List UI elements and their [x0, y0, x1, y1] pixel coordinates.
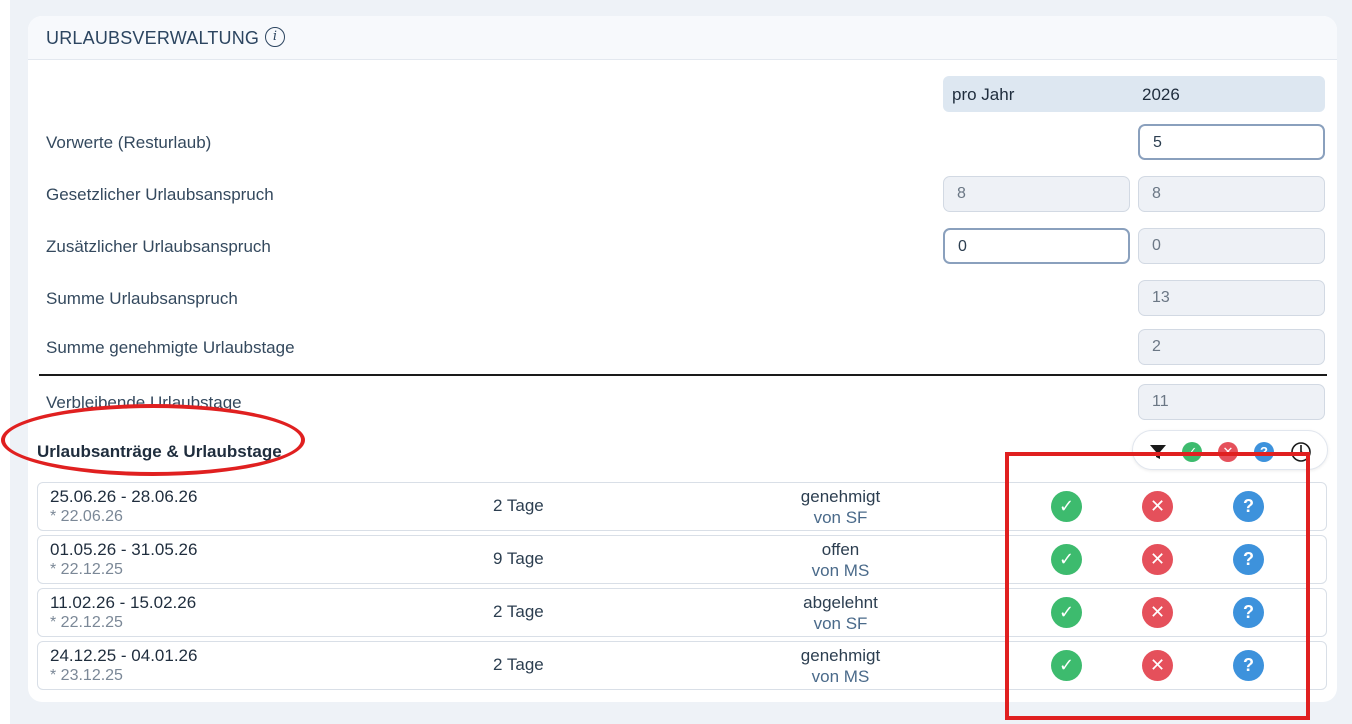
- genehmigt-year-field: 2: [1138, 329, 1325, 365]
- request-days: 2 Tage: [493, 602, 544, 621]
- request-status: offen: [821, 540, 860, 559]
- request-range: 25.06.26 - 28.06.26: [50, 487, 198, 506]
- request-range: 01.05.26 - 31.05.26: [50, 540, 198, 559]
- card-header: URLAUBSVERWALTUNG i: [28, 16, 1337, 60]
- gesetzlich-year-field: 8: [1138, 176, 1325, 212]
- request-approver: von MS: [811, 667, 870, 686]
- info-icon[interactable]: i: [265, 27, 285, 47]
- request-approver: von SF: [813, 508, 868, 527]
- request-created: * 23.12.25: [50, 667, 123, 684]
- column-year: 2026: [1142, 85, 1180, 104]
- annotation-box: [1005, 452, 1310, 720]
- request-created: * 22.06.26: [50, 508, 123, 525]
- column-header: pro Jahr 2026: [943, 76, 1325, 112]
- request-approver: von SF: [813, 614, 868, 633]
- card-title: URLAUBSVERWALTUNG: [46, 28, 260, 48]
- annotation-ellipse: [1, 404, 305, 476]
- label-vorwerte: Vorwerte (Resturlaub): [46, 133, 212, 152]
- request-created: * 22.12.25: [50, 614, 123, 631]
- label-genehmigt: Summe genehmigte Urlaubstage: [46, 338, 295, 357]
- request-status: genehmigt: [800, 646, 881, 665]
- gesetzlich-per-year-field: 8: [943, 176, 1130, 212]
- left-edge: [0, 0, 10, 724]
- vorwerte-year-input[interactable]: 5: [1138, 124, 1325, 160]
- zusaetzlich-per-year-input[interactable]: 0: [943, 228, 1130, 264]
- request-range: 11.02.26 - 15.02.26: [50, 593, 197, 612]
- verbleibend-year-field: 11: [1138, 384, 1325, 420]
- request-days: 2 Tage: [493, 496, 544, 515]
- request-days: 9 Tage: [493, 549, 544, 568]
- column-per-year: pro Jahr: [952, 85, 1015, 104]
- label-gesetzlich: Gesetzlicher Urlaubsanspruch: [46, 185, 274, 204]
- request-status: genehmigt: [800, 487, 881, 506]
- summary-divider: [39, 374, 1327, 376]
- request-created: * 22.12.25: [50, 561, 123, 578]
- summe-year-field: 13: [1138, 280, 1325, 316]
- request-days: 2 Tage: [493, 655, 544, 674]
- label-summe: Summe Urlaubsanspruch: [46, 289, 238, 308]
- request-approver: von MS: [811, 561, 870, 580]
- label-zusaetzlich: Zusätzlicher Urlaubsanspruch: [46, 237, 271, 256]
- request-status: abgelehnt: [803, 593, 878, 612]
- request-range: 24.12.25 - 04.01.26: [50, 646, 198, 665]
- zusaetzlich-year-field: 0: [1138, 228, 1325, 264]
